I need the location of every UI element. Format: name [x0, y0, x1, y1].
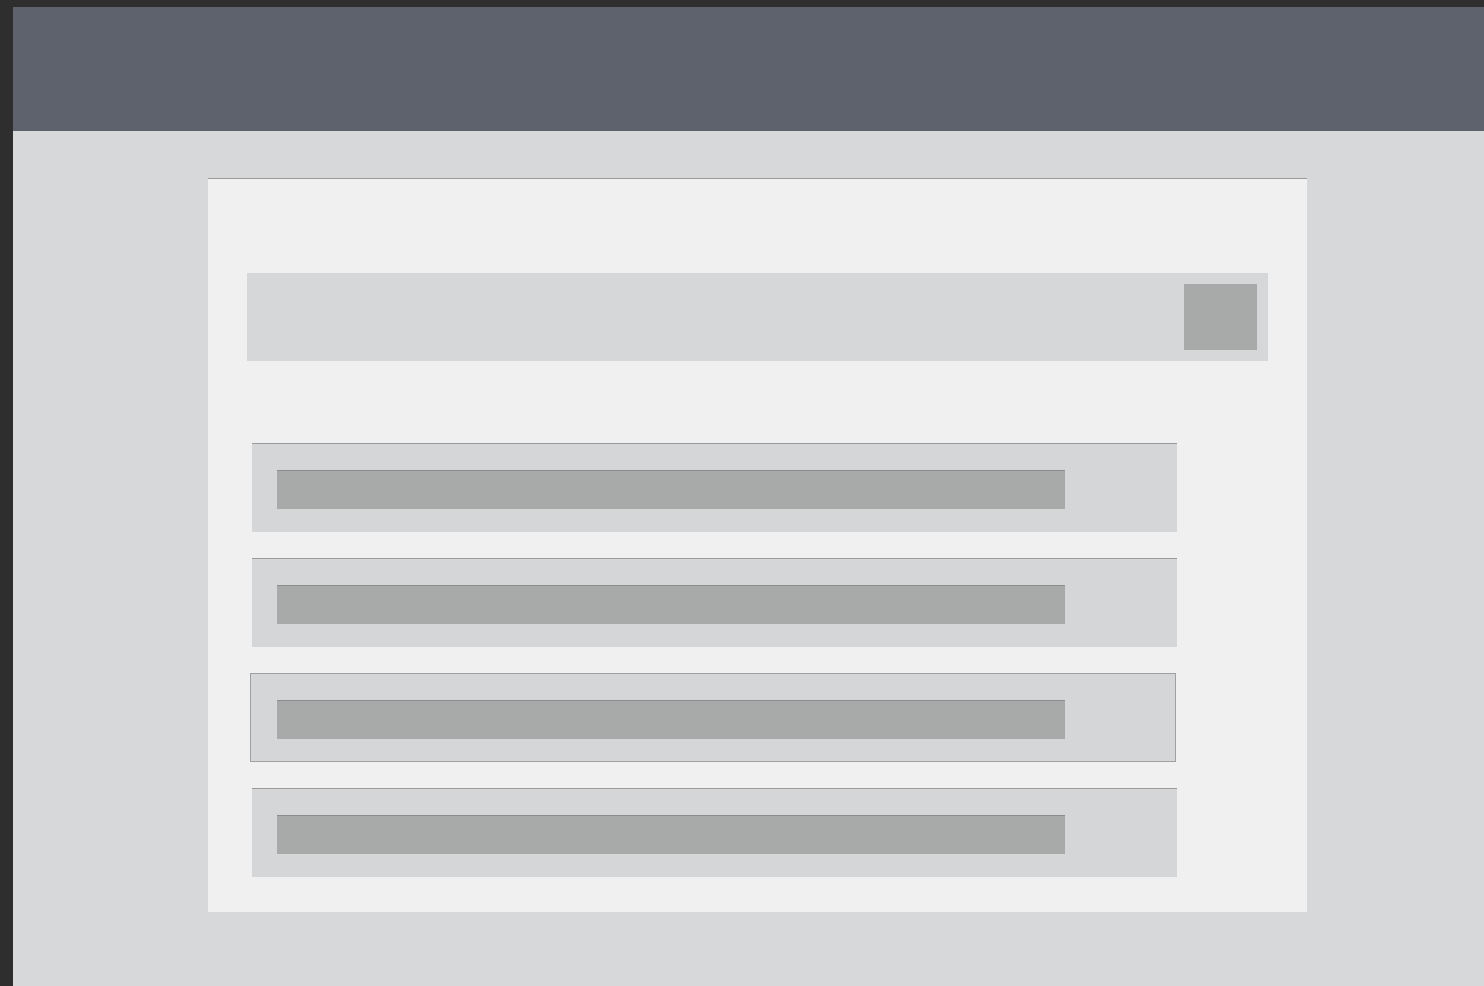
- list-item-label: [277, 815, 1065, 854]
- search-panel: [208, 178, 1307, 912]
- app-header: [13, 7, 1484, 131]
- list-item[interactable]: [252, 788, 1177, 877]
- search-button[interactable]: [1184, 284, 1257, 350]
- list-item[interactable]: [252, 443, 1177, 532]
- list-item[interactable]: [252, 558, 1177, 647]
- list-item-label: [277, 470, 1065, 509]
- search-input[interactable]: [247, 273, 1167, 361]
- list-item-label: [277, 585, 1065, 624]
- app-window: [13, 7, 1484, 986]
- search-bar: [247, 273, 1268, 361]
- list-item-label: [277, 700, 1065, 739]
- list-item[interactable]: [250, 673, 1176, 762]
